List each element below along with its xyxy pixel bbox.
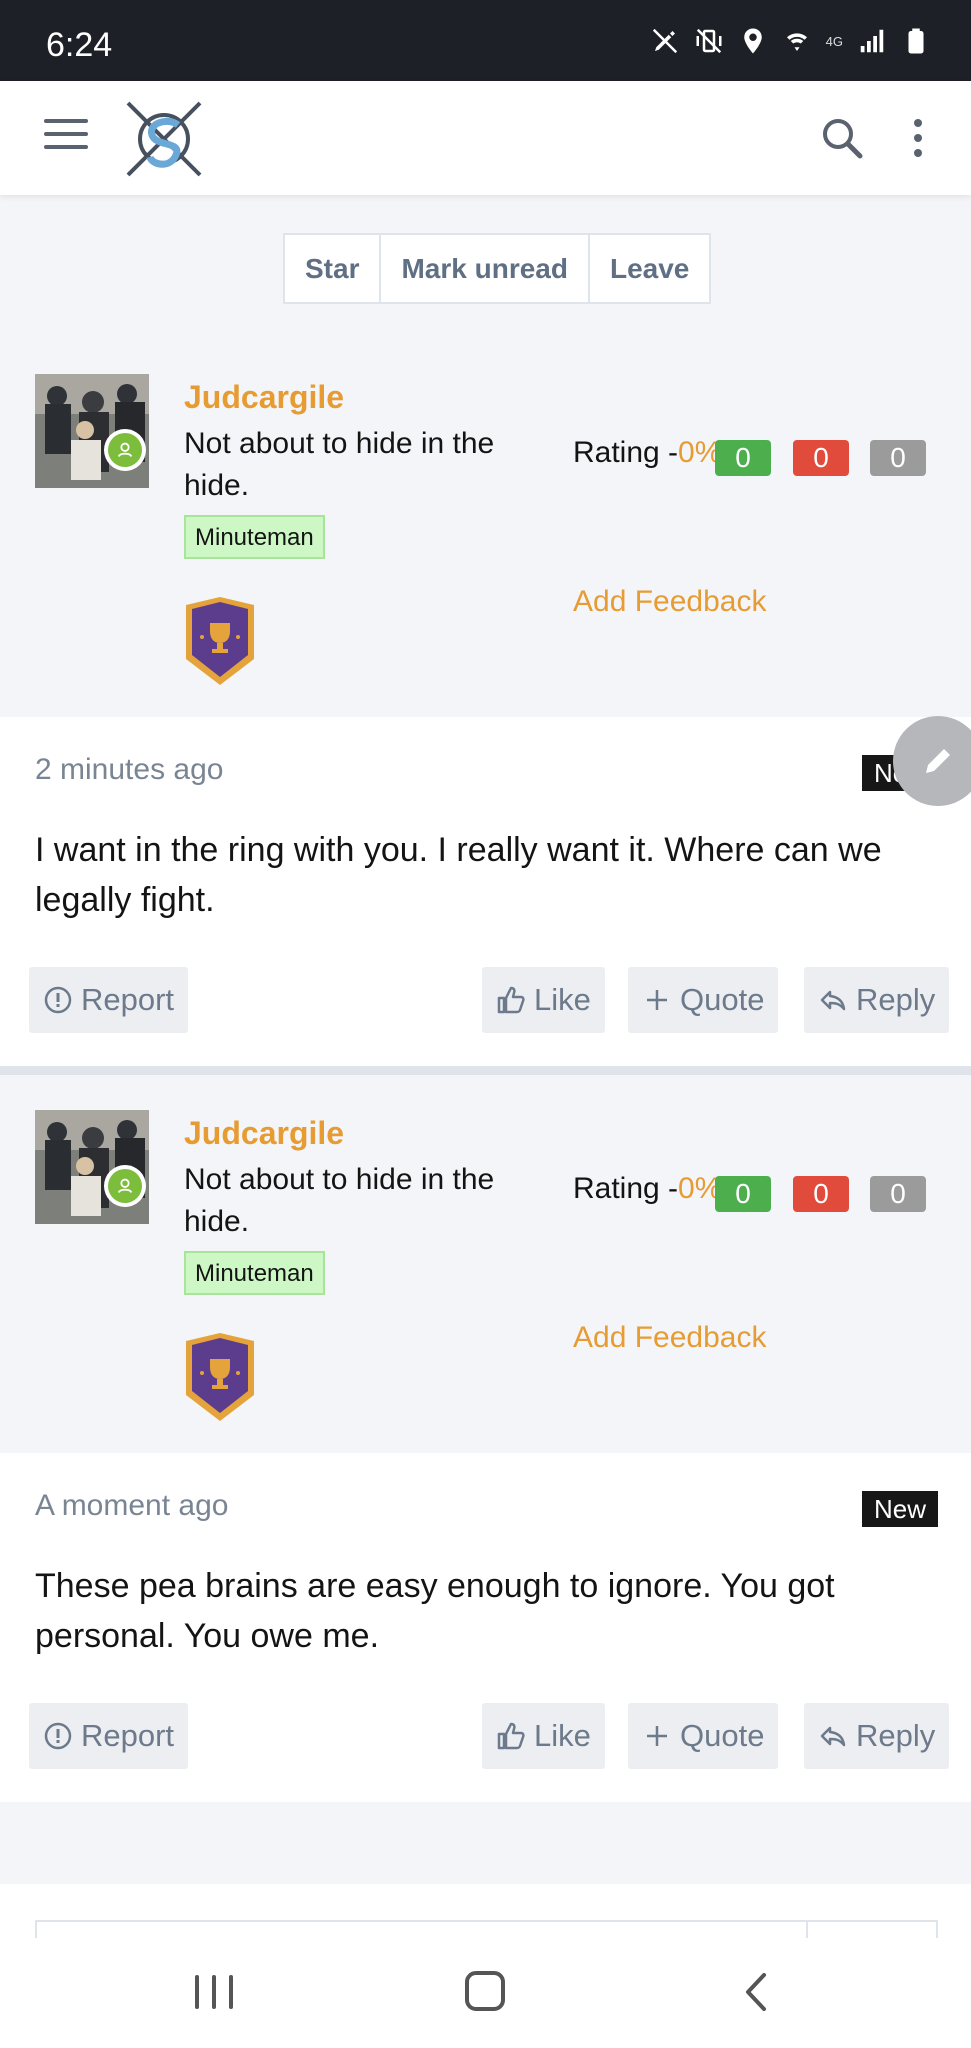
negative-feedback-count[interactable]: 0: [793, 440, 849, 476]
rating-label: Rating -0%: [573, 1172, 721, 1206]
positive-feedback-count[interactable]: 0: [715, 440, 771, 476]
post-time[interactable]: 2 minutes ago: [35, 753, 223, 787]
quote-button[interactable]: Quote: [628, 1703, 779, 1769]
post-body: A moment ago New These pea brains are ea…: [0, 1453, 971, 1802]
user-badge: Minuteman: [184, 1251, 325, 1295]
home-icon[interactable]: [465, 1971, 505, 2011]
like-label: Like: [534, 1718, 591, 1753]
plus-icon: [647, 1726, 667, 1746]
report-button[interactable]: Report: [29, 967, 189, 1033]
reply-label: Reply: [856, 1718, 936, 1753]
reply-button[interactable]: Reply: [804, 1703, 950, 1769]
rating-text: Rating -: [573, 1172, 679, 1205]
neutral-feedback-count[interactable]: 0: [870, 1176, 926, 1212]
add-feedback-link[interactable]: Add Feedback: [573, 585, 766, 619]
system-nav-bar: [0, 1938, 971, 2048]
post-actions: Report Like Quote Reply: [0, 967, 971, 1035]
post-body: 2 minutes ago New I want in the ring wit…: [0, 717, 971, 1066]
reply-button[interactable]: Reply: [804, 967, 950, 1033]
trophy-icon: [184, 1333, 256, 1423]
status-time: 6:24: [46, 26, 113, 64]
report-icon: [44, 1722, 72, 1750]
report-button[interactable]: Report: [29, 1703, 189, 1769]
username[interactable]: Judcargile: [184, 1115, 344, 1152]
rating-text: Rating -: [573, 436, 679, 469]
thread-actions: Star Mark unread Leave: [283, 233, 712, 304]
battery-icon: [901, 26, 931, 56]
like-button[interactable]: Like: [482, 967, 605, 1033]
post-user-info: Judcargile Not about to hide in the hide…: [0, 339, 971, 717]
wifi-icon: [782, 26, 812, 56]
post: Judcargile Not about to hide in the hide…: [0, 339, 971, 1066]
user-title: Not about to hide in the hide.: [184, 1163, 495, 1238]
hamburger-menu-icon[interactable]: [44, 119, 88, 157]
bottom-panel: [0, 1884, 971, 1950]
star-button[interactable]: Star: [285, 235, 382, 302]
network-label: 4G: [825, 33, 843, 49]
recent-apps-icon[interactable]: [195, 1975, 233, 2009]
rating-label: Rating -0%: [573, 436, 721, 470]
pen-slash-icon: [650, 26, 680, 56]
vibrate-icon: [694, 26, 724, 56]
quote-button[interactable]: Quote: [628, 967, 779, 1033]
reply-label: Reply: [856, 982, 936, 1017]
site-logo[interactable]: [122, 97, 206, 181]
status-icons: 4G: [650, 26, 931, 56]
trophy-icon: [184, 597, 256, 687]
thumbs-up-icon: [497, 986, 525, 1014]
user-title: Not about to hide in the hide.: [184, 427, 495, 502]
neutral-feedback-count[interactable]: 0: [870, 440, 926, 476]
add-feedback-link[interactable]: Add Feedback: [573, 1321, 766, 1355]
app-header: [0, 81, 971, 195]
post-user-info: Judcargile Not about to hide in the hide…: [0, 1075, 971, 1453]
post-separator: [0, 1066, 971, 1075]
quote-label: Quote: [680, 982, 765, 1017]
pencil-icon: [926, 749, 950, 773]
online-status-icon: [104, 429, 146, 471]
signal-icon: [857, 26, 887, 56]
reply-icon: [820, 990, 846, 1011]
negative-feedback-count[interactable]: 0: [793, 1176, 849, 1212]
more-vertical-icon[interactable]: [906, 114, 930, 162]
post-text: I want in the ring with you. I really wa…: [35, 831, 882, 919]
search-icon[interactable]: [818, 114, 866, 162]
mark-unread-button[interactable]: Mark unread: [381, 235, 590, 302]
reply-icon: [820, 1726, 846, 1747]
quote-label: Quote: [680, 1718, 765, 1753]
post-text: These pea brains are easy enough to igno…: [35, 1567, 835, 1655]
location-icon: [738, 26, 768, 56]
post: Judcargile Not about to hide in the hide…: [0, 1075, 971, 1802]
username[interactable]: Judcargile: [184, 379, 344, 416]
positive-feedback-count[interactable]: 0: [715, 1176, 771, 1212]
online-status-icon: [104, 1165, 146, 1207]
status-bar: 6:24 4G: [0, 0, 971, 81]
new-badge: New: [862, 1491, 938, 1527]
post-actions: Report Like Quote Reply: [0, 1703, 971, 1771]
report-label: Report: [81, 982, 175, 1017]
like-label: Like: [534, 982, 591, 1017]
post-time[interactable]: A moment ago: [35, 1489, 228, 1523]
user-badge: Minuteman: [184, 515, 325, 559]
thumbs-up-icon: [497, 1722, 525, 1750]
back-icon[interactable]: [740, 1971, 772, 2013]
like-button[interactable]: Like: [482, 1703, 605, 1769]
plus-icon: [647, 990, 667, 1010]
report-icon: [44, 986, 72, 1014]
report-label: Report: [81, 1718, 175, 1753]
leave-button[interactable]: Leave: [590, 235, 709, 302]
